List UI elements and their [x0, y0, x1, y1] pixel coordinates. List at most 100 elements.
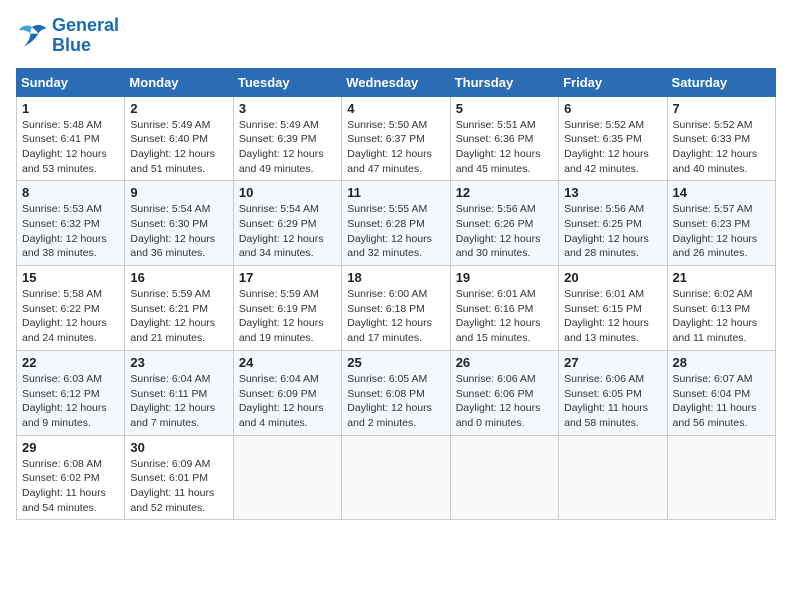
calendar-cell: 28 Sunrise: 6:07 AM Sunset: 6:04 PM Dayli… [667, 350, 775, 435]
day-number: 23 [130, 355, 227, 370]
weekday-header: Saturday [667, 68, 775, 96]
weekday-header: Monday [125, 68, 233, 96]
calendar-cell: 11 Sunrise: 5:55 AM Sunset: 6:28 PM Dayli… [342, 181, 450, 266]
calendar-cell: 5 Sunrise: 5:51 AM Sunset: 6:36 PM Daylig… [450, 96, 558, 181]
calendar-table: SundayMondayTuesdayWednesdayThursdayFrid… [16, 68, 776, 521]
day-number: 29 [22, 440, 119, 455]
day-number: 2 [130, 101, 227, 116]
calendar-cell: 12 Sunrise: 5:56 AM Sunset: 6:26 PM Dayli… [450, 181, 558, 266]
logo: General Blue [16, 16, 119, 56]
day-number: 10 [239, 185, 336, 200]
day-number: 19 [456, 270, 553, 285]
logo-bird-icon [16, 22, 48, 50]
day-info: Sunrise: 6:00 AM Sunset: 6:18 PM Dayligh… [347, 287, 444, 346]
day-info: Sunrise: 5:48 AM Sunset: 6:41 PM Dayligh… [22, 118, 119, 177]
calendar-cell: 29 Sunrise: 6:08 AM Sunset: 6:02 PM Dayli… [17, 435, 125, 520]
day-info: Sunrise: 6:02 AM Sunset: 6:13 PM Dayligh… [673, 287, 770, 346]
day-number: 8 [22, 185, 119, 200]
day-info: Sunrise: 6:04 AM Sunset: 6:09 PM Dayligh… [239, 372, 336, 431]
calendar-cell: 9Sunrise: 5:54 AM Sunset: 6:30 PM Daylig… [125, 181, 233, 266]
calendar-cell: 10 Sunrise: 5:54 AM Sunset: 6:29 PM Dayli… [233, 181, 341, 266]
day-number: 4 [347, 101, 444, 116]
day-info: Sunrise: 5:52 AM Sunset: 6:33 PM Dayligh… [673, 118, 770, 177]
day-number: 24 [239, 355, 336, 370]
calendar-cell: 23 Sunrise: 6:04 AM Sunset: 6:11 PM Dayli… [125, 350, 233, 435]
day-info: Sunrise: 5:54 AM Sunset: 6:30 PM Dayligh… [130, 202, 227, 261]
calendar-cell: 21 Sunrise: 6:02 AM Sunset: 6:13 PM Dayli… [667, 266, 775, 351]
day-info: Sunrise: 5:53 AM Sunset: 6:32 PM Dayligh… [22, 202, 119, 261]
day-number: 21 [673, 270, 770, 285]
calendar-cell: 3 Sunrise: 5:49 AM Sunset: 6:39 PM Daylig… [233, 96, 341, 181]
day-number: 16 [130, 270, 227, 285]
day-number: 13 [564, 185, 661, 200]
day-info: Sunrise: 5:59 AM Sunset: 6:19 PM Dayligh… [239, 287, 336, 346]
day-number: 22 [22, 355, 119, 370]
day-number: 5 [456, 101, 553, 116]
calendar-cell [450, 435, 558, 520]
calendar-cell [559, 435, 667, 520]
calendar-cell: 13Sunrise: 5:56 AM Sunset: 6:25 PM Dayli… [559, 181, 667, 266]
day-info: Sunrise: 5:51 AM Sunset: 6:36 PM Dayligh… [456, 118, 553, 177]
calendar-cell: 17 Sunrise: 5:59 AM Sunset: 6:19 PM Dayli… [233, 266, 341, 351]
weekday-header: Thursday [450, 68, 558, 96]
day-info: Sunrise: 5:55 AM Sunset: 6:28 PM Dayligh… [347, 202, 444, 261]
day-info: Sunrise: 5:49 AM Sunset: 6:40 PM Dayligh… [130, 118, 227, 177]
day-info: Sunrise: 6:04 AM Sunset: 6:11 PM Dayligh… [130, 372, 227, 431]
day-number: 11 [347, 185, 444, 200]
day-info: Sunrise: 5:57 AM Sunset: 6:23 PM Dayligh… [673, 202, 770, 261]
calendar-cell: 6 Sunrise: 5:52 AM Sunset: 6:35 PM Daylig… [559, 96, 667, 181]
day-number: 1 [22, 101, 119, 116]
day-info: Sunrise: 5:49 AM Sunset: 6:39 PM Dayligh… [239, 118, 336, 177]
calendar-week-row: 22 Sunrise: 6:03 AM Sunset: 6:12 PM Dayli… [17, 350, 776, 435]
day-info: Sunrise: 6:05 AM Sunset: 6:08 PM Dayligh… [347, 372, 444, 431]
calendar-cell: 22 Sunrise: 6:03 AM Sunset: 6:12 PM Dayli… [17, 350, 125, 435]
day-number: 12 [456, 185, 553, 200]
day-number: 27 [564, 355, 661, 370]
day-info: Sunrise: 5:50 AM Sunset: 6:37 PM Dayligh… [347, 118, 444, 177]
day-info: Sunrise: 5:54 AM Sunset: 6:29 PM Dayligh… [239, 202, 336, 261]
day-number: 18 [347, 270, 444, 285]
calendar-week-row: 15 Sunrise: 5:58 AM Sunset: 6:22 PM Dayli… [17, 266, 776, 351]
calendar-cell: 24 Sunrise: 6:04 AM Sunset: 6:09 PM Dayli… [233, 350, 341, 435]
day-info: Sunrise: 6:06 AM Sunset: 6:06 PM Dayligh… [456, 372, 553, 431]
day-number: 17 [239, 270, 336, 285]
day-info: Sunrise: 5:56 AM Sunset: 6:26 PM Dayligh… [456, 202, 553, 261]
calendar-cell: 19 Sunrise: 6:01 AM Sunset: 6:16 PM Dayli… [450, 266, 558, 351]
day-number: 30 [130, 440, 227, 455]
day-info: Sunrise: 5:52 AM Sunset: 6:35 PM Dayligh… [564, 118, 661, 177]
day-info: Sunrise: 6:08 AM Sunset: 6:02 PM Dayligh… [22, 457, 119, 516]
day-number: 28 [673, 355, 770, 370]
weekday-header: Sunday [17, 68, 125, 96]
calendar-cell: 30 Sunrise: 6:09 AM Sunset: 6:01 PM Dayli… [125, 435, 233, 520]
calendar-cell [342, 435, 450, 520]
day-info: Sunrise: 6:01 AM Sunset: 6:16 PM Dayligh… [456, 287, 553, 346]
day-number: 6 [564, 101, 661, 116]
calendar-cell: 20 Sunrise: 6:01 AM Sunset: 6:15 PM Dayli… [559, 266, 667, 351]
day-number: 3 [239, 101, 336, 116]
calendar-cell [667, 435, 775, 520]
calendar-week-row: 1 Sunrise: 5:48 AM Sunset: 6:41 PM Daylig… [17, 96, 776, 181]
day-info: Sunrise: 6:07 AM Sunset: 6:04 PM Dayligh… [673, 372, 770, 431]
day-number: 7 [673, 101, 770, 116]
day-info: Sunrise: 6:09 AM Sunset: 6:01 PM Dayligh… [130, 457, 227, 516]
calendar-cell: 4 Sunrise: 5:50 AM Sunset: 6:37 PM Daylig… [342, 96, 450, 181]
calendar-cell: 27Sunrise: 6:06 AM Sunset: 6:05 PM Dayli… [559, 350, 667, 435]
calendar-cell: 14Sunrise: 5:57 AM Sunset: 6:23 PM Dayli… [667, 181, 775, 266]
day-info: Sunrise: 6:03 AM Sunset: 6:12 PM Dayligh… [22, 372, 119, 431]
calendar-week-row: 8 Sunrise: 5:53 AM Sunset: 6:32 PM Daylig… [17, 181, 776, 266]
calendar-cell: 16 Sunrise: 5:59 AM Sunset: 6:21 PM Dayli… [125, 266, 233, 351]
page-header: General Blue [16, 16, 776, 56]
calendar-cell: 18 Sunrise: 6:00 AM Sunset: 6:18 PM Dayli… [342, 266, 450, 351]
weekday-header-row: SundayMondayTuesdayWednesdayThursdayFrid… [17, 68, 776, 96]
weekday-header: Tuesday [233, 68, 341, 96]
calendar-cell: 25 Sunrise: 6:05 AM Sunset: 6:08 PM Dayli… [342, 350, 450, 435]
day-number: 25 [347, 355, 444, 370]
logo-text: General Blue [52, 16, 119, 56]
day-info: Sunrise: 5:59 AM Sunset: 6:21 PM Dayligh… [130, 287, 227, 346]
calendar-cell: 2 Sunrise: 5:49 AM Sunset: 6:40 PM Daylig… [125, 96, 233, 181]
day-number: 15 [22, 270, 119, 285]
day-number: 20 [564, 270, 661, 285]
calendar-cell: 7 Sunrise: 5:52 AM Sunset: 6:33 PM Daylig… [667, 96, 775, 181]
day-info: Sunrise: 6:01 AM Sunset: 6:15 PM Dayligh… [564, 287, 661, 346]
day-info: Sunrise: 5:58 AM Sunset: 6:22 PM Dayligh… [22, 287, 119, 346]
